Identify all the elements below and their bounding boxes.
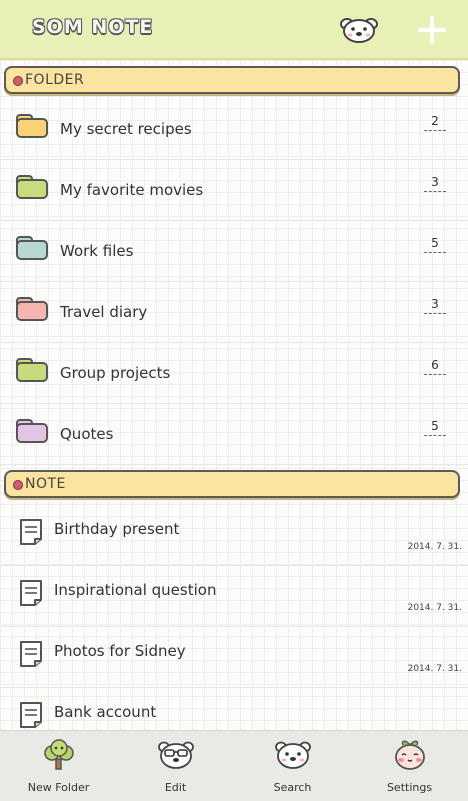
note-title: Photos for Sidney bbox=[54, 642, 186, 660]
folder-row[interactable]: My secret recipes 2 bbox=[0, 100, 468, 160]
folder-icon bbox=[16, 114, 48, 138]
section-dot-icon bbox=[13, 480, 23, 490]
folder-row[interactable]: My favorite movies 3 bbox=[0, 161, 468, 221]
bottom-toolbar: New Folder Edit Search Settings bbox=[0, 730, 468, 801]
folder-icon bbox=[16, 297, 48, 321]
plus-icon[interactable] bbox=[416, 14, 448, 46]
folder-count: 6 bbox=[424, 358, 446, 375]
section-label: NOTE bbox=[25, 476, 66, 492]
section-dot-icon bbox=[13, 76, 23, 86]
edit-button[interactable]: Edit bbox=[117, 731, 234, 801]
note-row[interactable]: Photos for Sidney 2014. 7. 31. bbox=[0, 628, 468, 688]
note-row[interactable]: Birthday present 2014. 7. 31. bbox=[0, 506, 468, 566]
tab-label: New Folder bbox=[27, 781, 90, 794]
folder-row[interactable]: Travel diary 3 bbox=[0, 283, 468, 343]
note-row[interactable]: Inspirational question 2014. 7. 31. bbox=[0, 567, 468, 627]
folder-icon bbox=[16, 236, 48, 260]
note-icon bbox=[20, 519, 42, 545]
folder-row[interactable]: Group projects 6 bbox=[0, 344, 468, 404]
folder-section-header: FOLDER bbox=[4, 66, 460, 94]
folder-count: 3 bbox=[424, 175, 446, 192]
peach-face-icon bbox=[395, 740, 425, 770]
folder-name: My secret recipes bbox=[60, 120, 192, 138]
note-icon bbox=[20, 641, 42, 667]
tab-label: Search bbox=[273, 781, 312, 794]
folder-icon bbox=[16, 175, 48, 199]
folder-count: 5 bbox=[424, 236, 446, 253]
note-icon bbox=[20, 702, 42, 728]
folder-count: 2 bbox=[424, 114, 446, 131]
note-title: Inspirational question bbox=[54, 581, 217, 599]
note-icon bbox=[20, 580, 42, 606]
folder-row[interactable]: Quotes 5 bbox=[0, 405, 468, 465]
new-folder-button[interactable]: New Folder bbox=[0, 731, 117, 801]
folder-name: Group projects bbox=[60, 364, 171, 382]
note-date: 2014. 7. 31. bbox=[407, 603, 462, 613]
folder-name: Quotes bbox=[60, 425, 114, 443]
folder-name: My favorite movies bbox=[60, 181, 204, 199]
note-date: 2014. 7. 31. bbox=[407, 664, 462, 674]
search-button[interactable]: Search bbox=[234, 731, 351, 801]
folder-icon bbox=[16, 419, 48, 443]
note-date: 2014. 7. 31. bbox=[407, 542, 462, 552]
folder-icon bbox=[16, 358, 48, 382]
section-label: FOLDER bbox=[25, 72, 85, 88]
bear-face-icon[interactable] bbox=[340, 16, 378, 44]
tree-icon bbox=[44, 739, 74, 770]
tab-label: Edit bbox=[164, 781, 187, 794]
app-title: SOM NOTE bbox=[32, 16, 154, 38]
app-header: SOM NOTE bbox=[0, 0, 468, 60]
folder-row[interactable]: Work files 5 bbox=[0, 222, 468, 282]
note-title: Bank account bbox=[54, 703, 157, 721]
folder-name: Work files bbox=[60, 242, 134, 260]
note-title: Birthday present bbox=[54, 520, 180, 538]
settings-button[interactable]: Settings bbox=[351, 731, 468, 801]
note-section-header: NOTE bbox=[4, 470, 460, 498]
folder-count: 5 bbox=[424, 419, 446, 436]
tab-label: Settings bbox=[386, 781, 433, 794]
bear-face-icon bbox=[275, 741, 311, 769]
folder-count: 3 bbox=[424, 297, 446, 314]
folder-name: Travel diary bbox=[60, 303, 148, 321]
bear-glasses-icon bbox=[158, 741, 194, 769]
